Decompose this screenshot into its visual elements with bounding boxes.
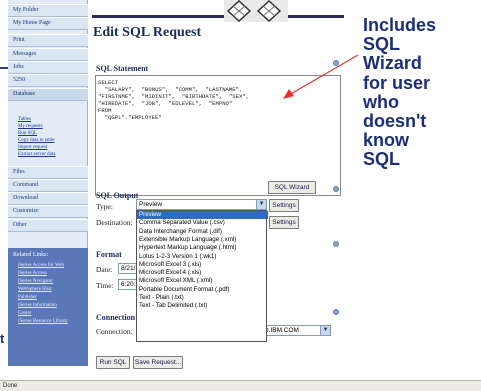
type-label: Type: [96,202,113,211]
sidebar-item[interactable]: Other [8,219,88,232]
sidebar-subitem[interactable]: Tables [18,116,31,123]
related-links-panel: Related Links: iSeries Access for Web iSe… [8,248,88,366]
connection-label: Connection: [96,327,133,336]
dropdown-option[interactable]: Data Interchange Format (.dif) [137,228,268,236]
related-link[interactable]: iSeries Access for Web [18,262,64,269]
sql-statement-label: SQL Statement [96,64,149,73]
related-link[interactable]: iSeries Navigator [18,278,53,285]
page-title: Edit SQL Request [93,25,202,40]
format-label: Format [96,250,122,259]
chevron-down-icon[interactable]: ▼ [320,326,330,335]
sql-text: SELECT "SALARY", "BONUS", "COMM", "LASTN… [98,79,250,121]
sidebar-item[interactable]: Files [8,166,88,179]
help-icon[interactable] [333,241,339,247]
help-icon[interactable] [333,309,339,315]
logo-icon [224,0,288,22]
sidebar-subitem[interactable]: Extract server data [18,151,55,158]
time-input[interactable]: 6:20:2 [118,279,139,290]
sidebar-item[interactable]: Download [8,192,88,205]
sidebar-item[interactable]: Print [8,34,88,47]
dropdown-option[interactable]: Preview [137,211,268,220]
time-label: Time: [96,281,114,290]
chevron-down-icon[interactable]: ▼ [256,200,266,209]
sidebar-subitem[interactable]: My requests [18,123,43,130]
date-value: 8/21/ [121,265,136,272]
sidebar-item[interactable]: Command [8,179,88,192]
sidebar-item[interactable]: Messages [8,48,88,61]
sql-output-label: SQL Output [96,191,139,200]
dropdown-option[interactable]: Lotus 1-2-3 Version 1 (.wk1) [137,253,268,261]
connection-section-label: Connection [96,313,136,322]
status-bar: Done [0,380,481,391]
destination-label: Destination: [96,218,133,227]
destination-settings-button[interactable]: Settings [269,216,299,229]
type-select[interactable]: Preview ▼ [136,199,267,210]
dropdown-option[interactable]: Text - Tab Delimited (.txt) [137,302,268,310]
banner-line [92,15,344,18]
help-icon[interactable] [333,186,339,192]
sidebar-item[interactable]: Jobs [8,61,88,74]
callout-arrow [283,54,359,99]
related-link[interactable]: iSeries Resource Library [18,318,68,325]
sidebar-item[interactable]: 5250 [8,74,88,87]
dropdown-option[interactable]: Comma Separated Value (.csv) [137,219,268,227]
related-link[interactable]: Center [18,310,31,317]
related-link[interactable]: Publisher [18,294,37,301]
dropdown-option[interactable]: Portable Document Format (.pdf) [137,286,268,294]
sidebar-subitem[interactable]: Copy data to table [18,137,55,144]
run-sql-button[interactable]: Run SQL [96,356,130,369]
sidebar-subitem[interactable]: Import request [18,144,47,151]
save-request-button[interactable]: Save Request... [133,356,183,369]
sidebar-item[interactable]: My Home Page [8,17,88,30]
sidebar-item[interactable]: Customize [8,205,88,218]
dropdown-option[interactable]: Extensible Markup Language (.xml) [137,236,268,244]
dropdown-option[interactable]: Microsoft Excel 4 (.xls) [137,269,268,277]
dropdown-option[interactable]: Microsoft Excel 3 (.xls) [137,261,268,269]
type-dropdown-list[interactable]: Preview Comma Separated Value (.csv) Data … [136,210,268,342]
type-select-value: Preview [139,201,163,208]
left-edge-fragment: t [0,331,5,346]
dropdown-option[interactable]: Hypertext Markup Language (.html) [137,244,268,252]
related-link[interactable]: iSeries Access [18,270,47,277]
related-link[interactable]: iSeries Information [18,302,57,309]
dropdown-option[interactable]: Microsoft Excel XML (.xml) [137,277,268,285]
dropdown-option[interactable]: Text - Plain (.txt) [137,294,268,302]
sql-wizard-button[interactable]: SQL Wizard [268,181,316,194]
callout-text: Includes SQL Wizard for user who doesn't… [357,11,481,241]
related-links-title: Related Links: [13,252,49,258]
date-input[interactable]: 8/21/ [118,263,138,274]
sidebar-item[interactable]: My Folder [8,4,88,17]
date-label: Date: [96,265,113,274]
sidebar-subitem[interactable]: Run SQL [18,130,37,137]
sidebar-item[interactable]: Database [8,88,88,101]
left-edge-line [0,67,8,69]
related-link[interactable]: WebSphere Host [18,286,52,293]
settings-button[interactable]: Settings [269,199,299,212]
